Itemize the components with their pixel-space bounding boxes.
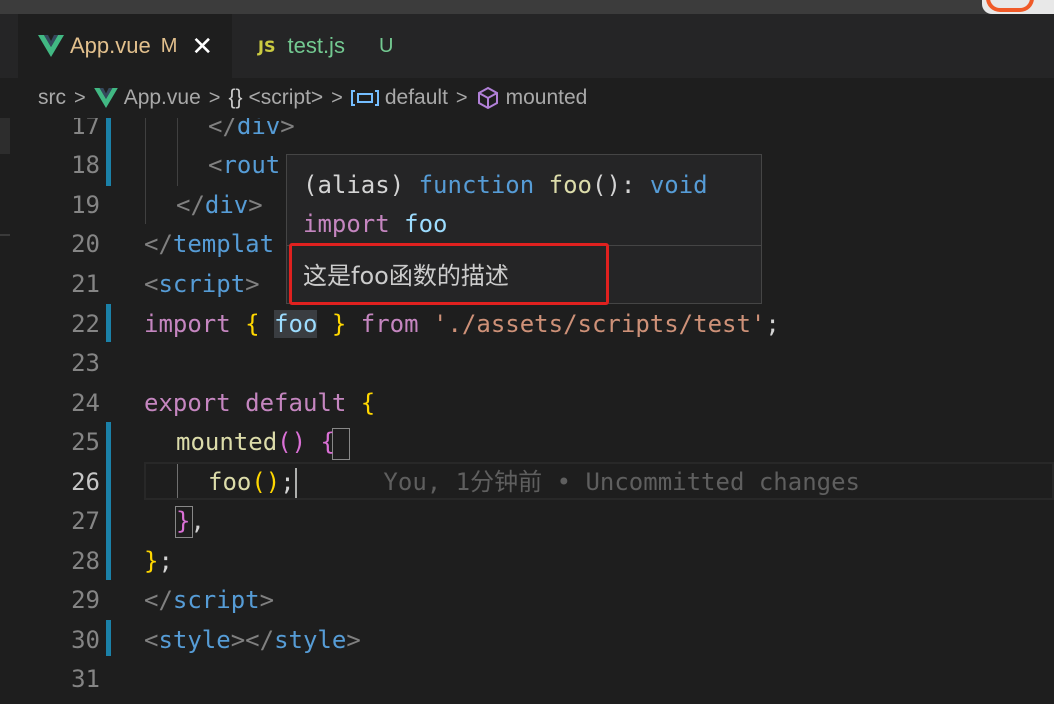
indent-guide — [145, 118, 146, 224]
breadcrumb-label: mounted — [505, 86, 588, 109]
line-number: 31 — [71, 665, 100, 693]
foo-identifier: foo — [274, 310, 318, 338]
line-number: 24 — [71, 389, 100, 417]
breadcrumb-item-default[interactable]: default — [350, 86, 448, 110]
line-number: 18 — [71, 151, 100, 179]
git-change-bar[interactable] — [106, 304, 111, 342]
line-number: 20 — [71, 230, 100, 258]
code-line-26: foo(); You, 1分钟前 • Uncommitted changes — [208, 468, 860, 498]
line-number: 27 — [71, 507, 100, 535]
window-top-strip — [0, 0, 1054, 14]
hover-tooltip: (alias) function foo(): void import foo … — [286, 154, 762, 305]
variable-icon — [350, 90, 379, 106]
code-line-30: <style></style> — [144, 626, 361, 654]
tab-status-badge: M — [160, 34, 178, 57]
braces-icon: {} — [228, 86, 243, 109]
breadcrumb-label: <script> — [248, 86, 324, 109]
text-caret — [294, 468, 297, 498]
close-icon[interactable]: ✕ — [191, 31, 213, 62]
tab-label: test.js — [287, 33, 345, 58]
tab-bar: App.vue M ✕ JS test.js U — [0, 14, 1054, 78]
tab-test-js[interactable]: JS test.js U — [232, 14, 422, 78]
hover-import-line: import foo — [303, 210, 448, 238]
line-number-current: 26 — [71, 468, 100, 496]
method-cube-icon — [477, 86, 498, 110]
app-corner-badge — [982, 0, 1054, 14]
hover-signature: (alias) function foo(): void — [303, 171, 708, 199]
breadcrumb: src > App.vue > {} <script> > default > … — [0, 78, 1054, 118]
line-number: 19 — [71, 191, 100, 219]
vue-icon — [38, 35, 64, 57]
vue-icon — [93, 88, 118, 108]
code-line-17: </div> — [208, 118, 295, 140]
tab-label: App.vue — [70, 33, 151, 58]
left-activity-edge — [0, 118, 12, 704]
breadcrumb-label: default — [384, 86, 448, 109]
indent-guide — [177, 118, 178, 186]
code-line-19: </div> — [176, 191, 263, 219]
chevron-right-icon: > — [331, 86, 343, 109]
chevron-right-icon: > — [455, 86, 468, 109]
code-line-18: <rout — [208, 151, 281, 179]
annotation-highlight-box — [289, 243, 609, 305]
git-change-bar[interactable] — [106, 620, 111, 656]
chevron-right-icon: > — [74, 86, 86, 109]
edge-divider — [0, 234, 10, 236]
js-icon: JS — [258, 36, 276, 56]
git-blame-annotation: You, 1分钟前 • Uncommitted changes — [383, 468, 860, 496]
breadcrumb-item-src[interactable]: src — [38, 86, 66, 110]
line-number: 22 — [71, 310, 100, 338]
line-number: 21 — [71, 270, 100, 298]
line-number: 28 — [71, 547, 100, 575]
breadcrumb-item-file[interactable]: App.vue — [93, 86, 201, 110]
git-change-bar[interactable] — [106, 422, 111, 580]
code-line-24: export default { — [144, 389, 376, 417]
code-line-28: }; — [144, 547, 173, 575]
line-number: 25 — [71, 428, 100, 456]
code-line-25: mounted() { — [176, 428, 335, 456]
breadcrumb-item-script[interactable]: {} <script> — [228, 86, 323, 110]
chevron-right-icon: > — [208, 86, 221, 109]
tab-app-vue[interactable]: App.vue M ✕ — [18, 14, 232, 78]
code-line-20: </templat — [144, 230, 275, 258]
edge-block — [0, 118, 10, 154]
line-number: 23 — [71, 349, 100, 377]
code-line-27: }, — [176, 507, 205, 535]
git-change-bar[interactable] — [106, 118, 111, 186]
breadcrumb-label: src — [38, 86, 66, 109]
line-number: 29 — [71, 586, 100, 614]
code-line-29: </script> — [144, 586, 275, 614]
line-number: 17 — [71, 118, 100, 140]
code-line-21: <script> — [144, 270, 260, 298]
tab-status-badge: U — [378, 34, 394, 57]
breadcrumb-item-mounted[interactable]: mounted — [476, 86, 588, 110]
breadcrumb-label: App.vue — [123, 86, 201, 109]
line-number: 30 — [71, 626, 100, 654]
code-line-22: import { foo } from './assets/scripts/te… — [144, 310, 780, 338]
